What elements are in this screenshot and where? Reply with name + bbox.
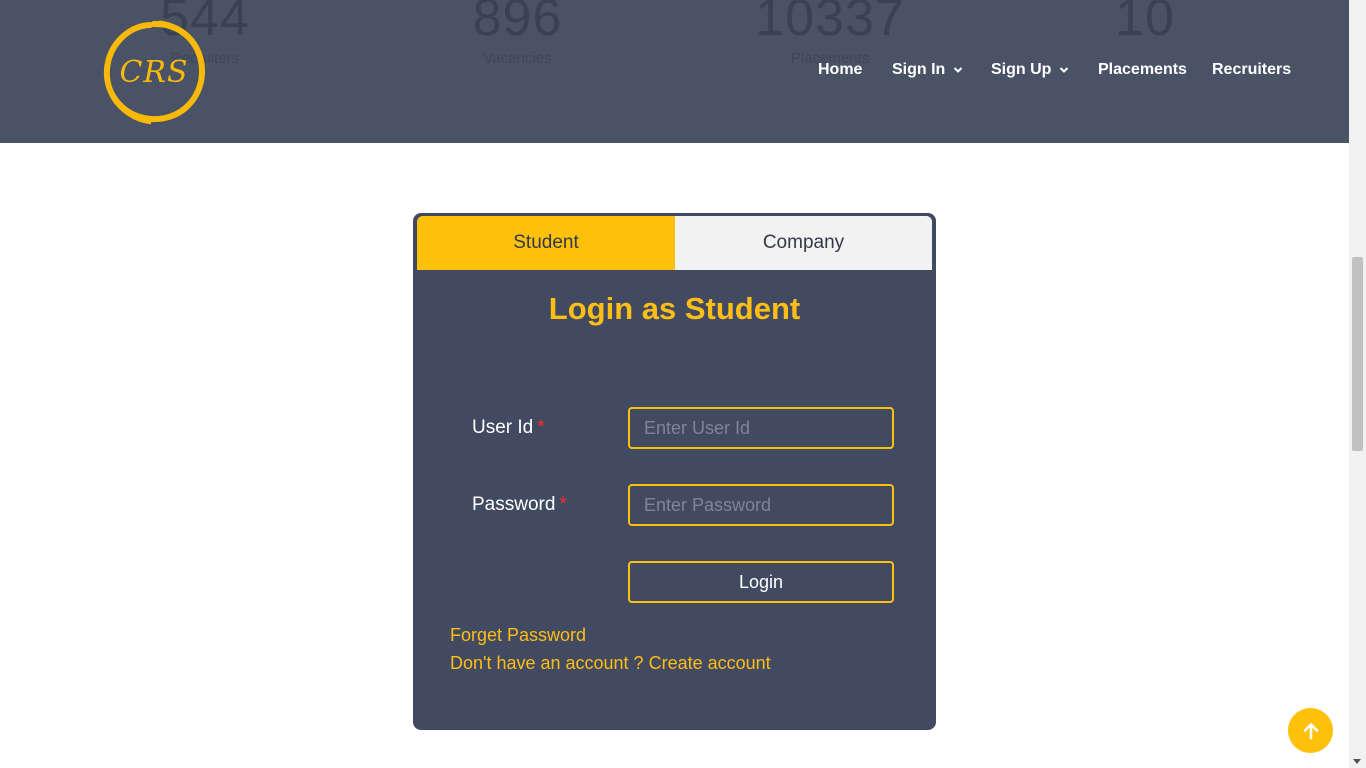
site-header: 544 Recruiters 896 Vacancies 10337 Place… (0, 0, 1349, 143)
password-label: Password * (472, 494, 567, 516)
stat-vacancies: 896 Vacancies (455, 0, 580, 67)
login-button[interactable]: Login (628, 561, 894, 603)
login-card: Student Company Login as Student User Id… (413, 213, 936, 730)
stat-value: 896 (472, 0, 563, 47)
arrow-up-icon (1303, 722, 1318, 739)
nav-home-label: Home (818, 61, 863, 78)
nav-sign-up-label: Sign Up (991, 61, 1052, 78)
required-mark: * (559, 494, 567, 515)
nav-placements[interactable]: Placements (1098, 61, 1187, 79)
crs-logo[interactable]: CRS (100, 18, 208, 126)
forget-password-link[interactable]: Forget Password (450, 625, 586, 646)
logo-text: CRS (119, 54, 189, 90)
nav-sign-up[interactable]: Sign Up (991, 61, 1069, 79)
chevron-down-icon (1060, 67, 1069, 73)
stat-label: Vacancies (483, 50, 552, 67)
user-id-input[interactable] (628, 407, 894, 449)
create-account-link[interactable]: Don't have an account ? Create account (450, 653, 771, 674)
chevron-down-icon (954, 67, 963, 73)
login-title: Login as Student (548, 291, 801, 326)
stat-placements: 10337 Placements (745, 0, 915, 67)
user-id-label-text: User Id (472, 417, 534, 438)
nav-recruiters[interactable]: Recruiters (1212, 61, 1291, 79)
tab-student[interactable]: Student (417, 216, 675, 270)
password-label-text: Password (472, 494, 556, 515)
back-to-top-button[interactable] (1288, 708, 1333, 753)
nav-sign-in-label: Sign In (892, 61, 946, 78)
stat-value: 10337 (755, 0, 905, 47)
password-input[interactable] (628, 484, 894, 526)
stat-value: 10 (1115, 0, 1175, 47)
required-mark: * (537, 417, 545, 438)
vertical-scrollbar[interactable] (1349, 0, 1366, 768)
scrollbar-thumb[interactable] (1352, 257, 1363, 451)
nav-home[interactable]: Home (818, 61, 862, 79)
user-id-label: User Id * (472, 417, 545, 439)
login-tabs: Student Company (417, 216, 932, 270)
tab-company[interactable]: Company (675, 216, 932, 270)
scroll-down-arrow-icon[interactable] (1353, 759, 1361, 764)
nav-sign-in[interactable]: Sign In (892, 61, 963, 79)
stat-fourth: 10 (1100, 0, 1190, 50)
nav-recruiters-label: Recruiters (1212, 61, 1292, 78)
nav-placements-label: Placements (1098, 61, 1187, 78)
